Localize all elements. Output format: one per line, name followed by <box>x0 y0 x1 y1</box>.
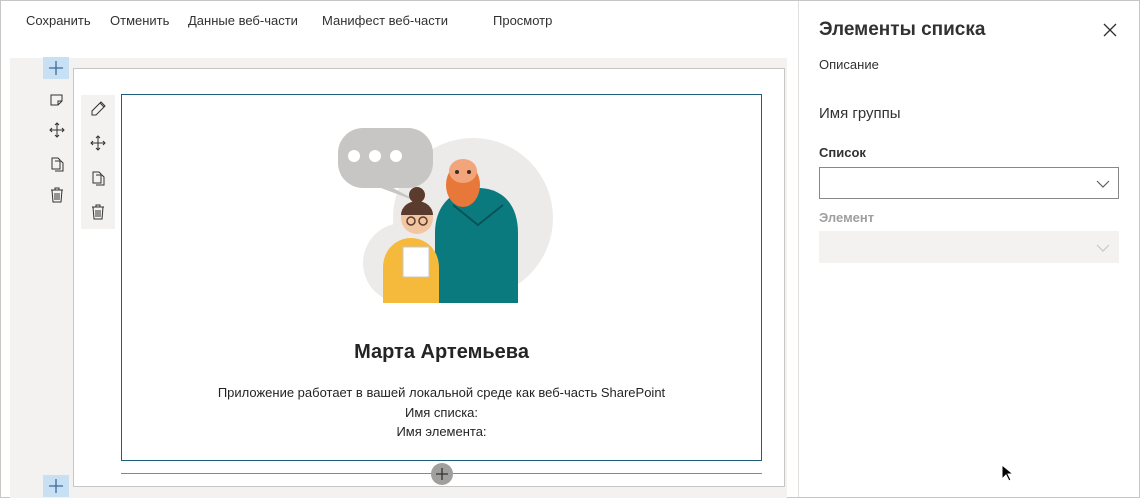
delete-section-button[interactable] <box>47 185 67 205</box>
cancel-button[interactable]: Отменить <box>110 13 169 28</box>
group-name-heading: Имя группы <box>819 105 901 122</box>
webpart-manifest-button[interactable]: Манифест веб-части <box>322 13 448 28</box>
move-arrows-icon <box>49 122 65 138</box>
list-dropdown[interactable] <box>819 167 1119 199</box>
save-button[interactable]: Сохранить <box>26 13 91 28</box>
chevron-down-icon <box>1096 244 1110 252</box>
close-icon[interactable] <box>1101 21 1119 39</box>
edit-section-button[interactable] <box>47 90 67 110</box>
preview-button[interactable]: Просмотр <box>493 13 552 28</box>
add-section-bottom-button[interactable] <box>43 475 69 497</box>
webpart-container[interactable]: Марта Артемьева Приложение работает в ва… <box>121 94 762 461</box>
webpart-toolbar <box>81 95 115 229</box>
trash-icon <box>92 204 104 220</box>
mouse-cursor-icon <box>1001 464 1013 482</box>
move-webpart-button[interactable] <box>88 133 108 153</box>
plus-icon <box>436 468 448 480</box>
pane-description: Описание <box>819 57 879 72</box>
edit-webpart-button[interactable] <box>88 99 108 119</box>
edit-section-icon <box>50 94 63 106</box>
move-arrows-icon <box>90 135 106 151</box>
pencil-icon <box>91 101 106 116</box>
chevron-down-icon <box>1096 180 1110 188</box>
environment-message: Приложение работает в вашей локальной ср… <box>217 385 666 400</box>
item-name-text: Имя элемента: <box>396 424 487 439</box>
move-section-button[interactable] <box>47 120 67 140</box>
add-webpart-button[interactable] <box>431 463 453 485</box>
plus-icon <box>49 61 63 75</box>
pane-title: Элементы списка <box>819 19 986 40</box>
webpart-data-button[interactable]: Данные веб-части <box>188 13 298 28</box>
add-section-top-button[interactable] <box>43 57 69 79</box>
item-field-label: Элемент <box>819 210 875 225</box>
list-name-text: Имя списка: <box>404 405 479 420</box>
people-illustration <box>338 128 553 303</box>
delete-webpart-button[interactable] <box>88 202 108 222</box>
trash-icon <box>51 187 63 203</box>
list-field-label: Список <box>819 145 866 160</box>
property-pane: Элементы списка Описание Имя группы Спис… <box>798 1 1139 497</box>
copy-icon <box>92 171 105 186</box>
duplicate-section-button[interactable] <box>47 154 67 174</box>
copy-icon <box>51 157 64 172</box>
command-bar: Сохранить Отменить Данные веб-части Мани… <box>1 1 798 40</box>
user-name-heading: Марта Артемьева <box>354 341 529 363</box>
item-dropdown <box>819 231 1119 263</box>
duplicate-webpart-button[interactable] <box>88 168 108 188</box>
plus-icon <box>49 479 63 493</box>
